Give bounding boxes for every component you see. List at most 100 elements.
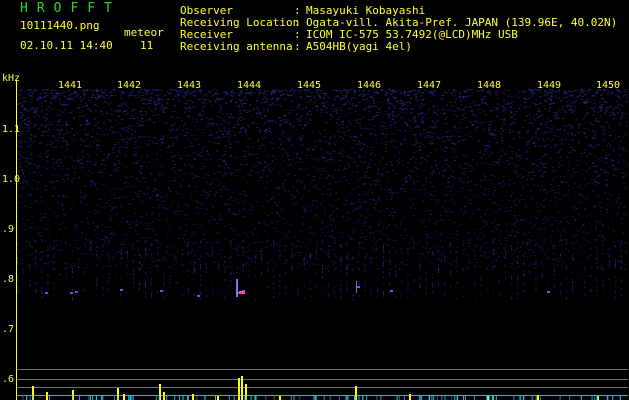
noise-dot xyxy=(603,129,606,131)
noise-dot xyxy=(316,241,319,243)
noise-dot xyxy=(414,134,417,136)
noise-dot xyxy=(152,230,155,232)
noise-dot xyxy=(425,247,428,249)
noise-dot xyxy=(535,217,538,219)
noise-dot xyxy=(24,216,27,218)
noise-dot xyxy=(228,209,231,211)
noise-dot xyxy=(577,202,580,204)
noise-dot xyxy=(447,256,450,258)
noise-dot xyxy=(581,89,583,90)
noise-dot xyxy=(172,144,174,146)
noise-dot xyxy=(146,120,149,122)
noise-dot xyxy=(611,140,614,142)
noise-dot xyxy=(216,115,219,117)
noise-dot xyxy=(63,232,66,234)
noise-dot xyxy=(557,223,560,224)
noise-dot xyxy=(524,204,527,206)
noise-dot xyxy=(296,96,299,98)
noise-dot xyxy=(199,90,202,92)
noise-dot xyxy=(66,98,69,100)
noise-dot xyxy=(431,199,434,200)
noise-dot xyxy=(406,162,408,164)
noise-dot xyxy=(502,247,505,249)
noise-dot xyxy=(231,265,234,267)
noise-dot xyxy=(64,150,66,152)
noise-dot xyxy=(388,248,391,250)
noise-dot xyxy=(20,112,23,113)
noise-dot xyxy=(586,101,589,103)
noise-dot xyxy=(487,220,489,221)
noise-dot xyxy=(389,113,391,115)
noise-dot xyxy=(399,102,402,104)
noise-dot xyxy=(533,267,536,269)
noise-dot xyxy=(458,95,461,97)
noise-dot xyxy=(389,124,392,126)
noise-dot xyxy=(472,210,475,212)
noise-dot xyxy=(501,137,504,139)
noise-dot xyxy=(117,196,120,198)
noise-dot xyxy=(332,218,334,220)
noise-dot xyxy=(183,107,186,109)
noise-dot xyxy=(405,112,408,114)
noise-dot xyxy=(419,177,421,179)
noise-dot xyxy=(231,173,234,174)
noise-dot xyxy=(81,151,84,153)
noise-dot xyxy=(84,133,87,135)
noise-dot xyxy=(544,222,547,224)
noise-dot xyxy=(131,125,134,127)
noise-dot xyxy=(154,240,157,242)
noise-dot xyxy=(547,144,550,146)
noise-dot xyxy=(566,173,569,175)
noise-dot xyxy=(464,265,467,267)
noise-dot xyxy=(502,109,505,111)
noise-dot xyxy=(511,116,514,118)
noise-dot xyxy=(594,145,597,147)
noise-dot xyxy=(510,110,513,112)
noise-dot xyxy=(422,106,425,108)
noise-dot xyxy=(202,190,205,192)
noise-dot xyxy=(296,162,299,164)
noise-dot xyxy=(527,175,530,177)
noise-dot xyxy=(366,101,369,102)
noise-dot xyxy=(503,118,506,120)
noise-dot xyxy=(441,252,444,254)
noise-dot xyxy=(103,97,106,99)
noise-dot xyxy=(215,89,218,91)
noise-dot xyxy=(29,195,32,196)
noise-dot xyxy=(399,130,402,132)
noise-dot xyxy=(541,186,544,188)
noise-dot xyxy=(33,259,36,261)
noise-dot xyxy=(533,185,536,187)
noise-dot xyxy=(88,122,91,124)
noise-dot xyxy=(417,113,420,115)
noise-dot xyxy=(88,170,91,172)
noise-dot xyxy=(492,134,495,136)
noise-dot xyxy=(441,150,444,152)
noise-dot xyxy=(606,107,609,109)
noise-dot xyxy=(212,173,215,175)
noise-dot xyxy=(255,242,258,244)
noise-dot xyxy=(299,137,302,138)
noise-dot xyxy=(83,93,86,95)
noise-dot xyxy=(266,224,269,226)
noise-dot xyxy=(308,148,311,150)
noise-dot xyxy=(545,91,547,93)
noise-dot xyxy=(221,113,224,115)
noise-dot xyxy=(127,183,130,185)
noise-dot xyxy=(207,254,209,256)
noise-dot xyxy=(461,109,464,111)
noise-dot xyxy=(289,224,292,226)
noise-dot xyxy=(208,221,211,223)
noise-dot xyxy=(580,266,583,267)
noise-dot xyxy=(621,244,624,246)
noise-dot xyxy=(49,102,52,104)
noise-dot xyxy=(436,136,439,138)
noise-dot xyxy=(605,157,608,159)
noise-dot xyxy=(201,205,204,207)
noise-dot xyxy=(443,122,446,124)
noise-dot xyxy=(55,161,58,163)
noise-dot xyxy=(78,106,81,108)
noise-dot xyxy=(242,208,245,210)
noise-dot xyxy=(582,245,585,247)
noise-dot xyxy=(284,231,287,233)
